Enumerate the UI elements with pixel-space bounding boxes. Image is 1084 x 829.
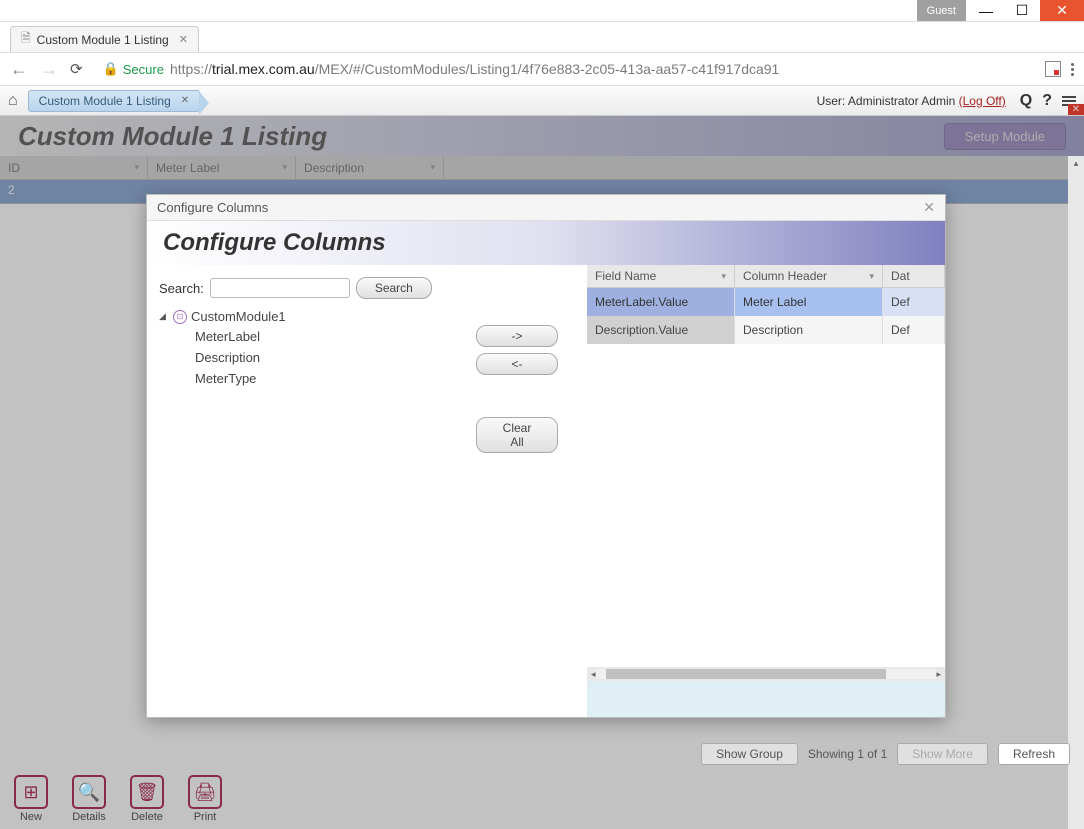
user-info: User: Administrator Admin (Log Off) <box>817 94 1006 108</box>
tree-item[interactable]: MeterLabel <box>159 326 435 347</box>
toolbar-label: Delete <box>131 811 163 823</box>
search-button[interactable]: Search <box>356 277 432 299</box>
new-button[interactable]: ⊞ New <box>14 775 48 823</box>
scroll-thumb[interactable] <box>606 669 886 679</box>
forward-button[interactable]: → <box>40 59 58 80</box>
window-minimize-button[interactable]: — <box>968 0 1004 21</box>
cell-dat: Def <box>883 288 945 316</box>
delete-button[interactable]: 🗑 Delete <box>130 775 164 823</box>
field-tree: ◢ ⊡ CustomModule1 MeterLabel Description… <box>159 307 435 389</box>
header-dat[interactable]: Dat <box>883 265 945 287</box>
chevron-up-icon: ▴ <box>1068 156 1084 171</box>
configure-columns-dialog: Configure Columns ✕ Configure Columns Se… <box>146 194 946 718</box>
collapse-icon[interactable]: ◢ <box>159 311 169 322</box>
action-toolbar: ⊞ New 🔍 Details 🗑 Delete 🖨 Print <box>14 775 222 823</box>
dialog-left-panel: Search: Search ◢ ⊡ CustomModule1 MeterLa… <box>147 265 447 717</box>
search-icon[interactable]: Q <box>1020 92 1032 110</box>
showing-text: Showing 1 of 1 <box>808 747 887 761</box>
browser-tab[interactable]: 🗎 Custom Module 1 Listing ✕ <box>10 26 199 52</box>
cell-dat: Def <box>883 316 945 344</box>
refresh-button[interactable]: Refresh <box>998 743 1070 765</box>
cell-header: Description <box>735 316 883 344</box>
back-button[interactable]: ← <box>10 59 28 80</box>
status-bar: Show Group Showing 1 of 1 Show More Refr… <box>701 743 1070 765</box>
dialog-header: Configure Columns <box>147 221 945 265</box>
tree-item[interactable]: Description <box>159 347 435 368</box>
extension-icon[interactable] <box>1045 61 1061 77</box>
tree-item[interactable]: MeterType <box>159 368 435 389</box>
trash-icon: 🗑 <box>130 775 164 809</box>
help-icon[interactable]: ? <box>1042 92 1052 110</box>
url-text: https://trial.mex.com.au/MEX/#/CustomMod… <box>170 61 779 77</box>
toolbar-label: Print <box>194 811 217 823</box>
tree-root-label: CustomModule1 <box>191 309 286 324</box>
app-header: ⌂ Custom Module 1 Listing ✕ User: Admini… <box>0 86 1084 116</box>
browser-tab-title: Custom Module 1 Listing <box>37 33 169 47</box>
chevron-down-icon: ▾ <box>869 271 874 282</box>
grid-footer <box>587 681 945 717</box>
printer-icon: 🖨 <box>188 775 222 809</box>
move-right-button[interactable]: -> <box>476 325 558 347</box>
secure-label: Secure <box>123 62 164 77</box>
browser-tabstrip: 🗎 Custom Module 1 Listing ✕ <box>0 22 1084 52</box>
page-close-icon[interactable]: ✕ <box>1068 104 1084 115</box>
magnifier-icon: 🔍 <box>72 775 106 809</box>
selected-column-row[interactable]: MeterLabel.Value Meter Label Def <box>587 288 945 316</box>
header-column-header[interactable]: Column Header▾ <box>735 265 883 287</box>
dialog-mid-panel: -> <- Clear All <box>447 265 587 717</box>
guest-badge: Guest <box>917 0 966 21</box>
cell-field: Description.Value <box>587 316 735 344</box>
breadcrumb-close-icon[interactable]: ✕ <box>181 95 189 106</box>
toolbar-label: New <box>20 811 42 823</box>
browser-menu-button[interactable] <box>1071 63 1074 76</box>
dialog-right-panel: Field Name▾ Column Header▾ Dat MeterLabe… <box>587 265 945 717</box>
new-icon: ⊞ <box>14 775 48 809</box>
module-icon: ⊡ <box>173 310 187 324</box>
secure-indicator: 🔒 Secure <box>103 61 164 77</box>
app-breadcrumb-tab[interactable]: Custom Module 1 Listing ✕ <box>28 90 200 112</box>
selected-column-row[interactable]: Description.Value Description Def <box>587 316 945 344</box>
tab-close-icon[interactable]: ✕ <box>179 33 188 46</box>
window-close-button[interactable]: ✕ <box>1040 0 1084 21</box>
home-icon[interactable]: ⌂ <box>8 92 18 110</box>
dialog-close-button[interactable]: ✕ <box>923 199 935 216</box>
reload-button[interactable]: ⟳ <box>70 60 83 78</box>
show-group-button[interactable]: Show Group <box>701 743 798 765</box>
tree-root[interactable]: ◢ ⊡ CustomModule1 <box>159 307 435 326</box>
breadcrumb-label: Custom Module 1 Listing <box>39 94 171 108</box>
search-label: Search: <box>159 281 204 296</box>
horizontal-scrollbar[interactable]: ◂ ▸ <box>587 667 945 681</box>
details-button[interactable]: 🔍 Details <box>72 775 106 823</box>
show-more-button[interactable]: Show More <box>897 743 988 765</box>
window-maximize-button[interactable]: ☐ <box>1004 0 1040 21</box>
chevron-down-icon: ▾ <box>721 271 726 282</box>
lock-icon: 🔒 <box>103 61 119 77</box>
file-icon: 🗎 <box>21 29 31 50</box>
print-button[interactable]: 🖨 Print <box>188 775 222 823</box>
selected-columns-header: Field Name▾ Column Header▾ Dat <box>587 265 945 288</box>
clear-all-button[interactable]: Clear All <box>476 417 558 453</box>
dialog-titlebar: Configure Columns ✕ <box>147 195 945 221</box>
toolbar-label: Details <box>72 811 106 823</box>
browser-toolbar: ← → ⟳ 🔒 Secure https://trial.mex.com.au/… <box>0 52 1084 86</box>
header-field-name[interactable]: Field Name▾ <box>587 265 735 287</box>
logoff-link[interactable]: (Log Off) <box>959 94 1006 108</box>
move-left-button[interactable]: <- <box>476 353 558 375</box>
window-titlebar: Guest — ☐ ✕ <box>0 0 1084 22</box>
search-input[interactable] <box>210 278 350 298</box>
address-bar[interactable]: 🔒 Secure https://trial.mex.com.au/MEX/#/… <box>95 58 1033 80</box>
dialog-title: Configure Columns <box>163 229 386 256</box>
cell-header: Meter Label <box>735 288 883 316</box>
vertical-scrollbar[interactable]: ▴ <box>1068 156 1084 829</box>
cell-field: MeterLabel.Value <box>587 288 735 316</box>
chevron-right-icon: ▸ <box>936 669 941 680</box>
dialog-chrome-title: Configure Columns <box>157 200 268 215</box>
